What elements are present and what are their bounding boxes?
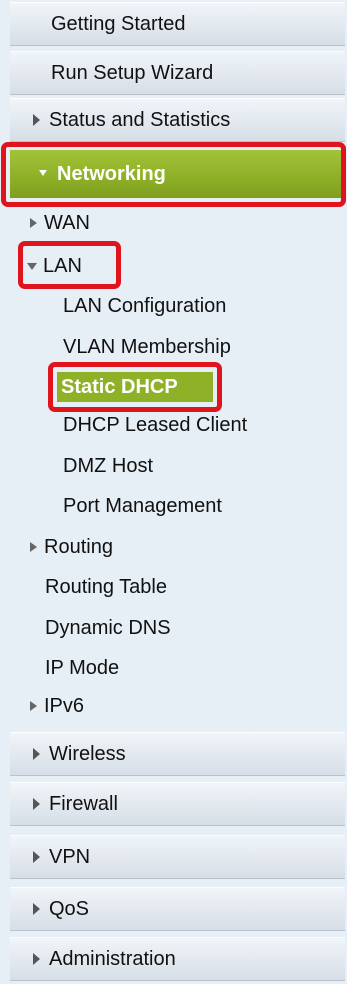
- sidebar-item-dhcp-leased-client[interactable]: DHCP Leased Client: [63, 412, 247, 438]
- vpn-button[interactable]: VPN: [10, 835, 345, 879]
- triangle-right-icon: [30, 218, 37, 228]
- triangle-right-icon: [33, 851, 40, 863]
- lan-highlight: [18, 241, 121, 289]
- run-setup-wizard-label: Run Setup Wizard: [51, 62, 214, 84]
- sidebar-item-routing[interactable]: Routing: [44, 534, 113, 560]
- wireless-button[interactable]: Wireless: [10, 732, 345, 776]
- sidebar-item-dmz-host[interactable]: DMZ Host: [63, 453, 153, 479]
- triangle-right-icon: [33, 798, 40, 810]
- vpn-label: VPN: [49, 846, 91, 868]
- sidebar-item-ipv6[interactable]: IPv6: [44, 693, 84, 719]
- static-dhcp-highlight: [48, 362, 222, 412]
- firewall-button[interactable]: Firewall: [10, 782, 345, 826]
- administration-label: Administration: [49, 948, 176, 970]
- sidebar-item-lan-configuration[interactable]: LAN Configuration: [63, 293, 226, 319]
- qos-label: QoS: [49, 898, 90, 920]
- firewall-label: Firewall: [49, 793, 118, 815]
- triangle-right-icon: [30, 542, 37, 552]
- sidebar-item-wan[interactable]: WAN: [44, 210, 90, 236]
- getting-started-label: Getting Started: [51, 13, 186, 35]
- administration-button[interactable]: Administration: [10, 937, 345, 981]
- triangle-right-icon: [33, 748, 40, 760]
- status-and-statistics-button[interactable]: Status and Statistics: [10, 98, 345, 142]
- wireless-label: Wireless: [49, 743, 126, 765]
- triangle-right-icon: [33, 903, 40, 915]
- triangle-right-icon: [33, 953, 40, 965]
- networking-highlight: [1, 142, 346, 207]
- sidebar-item-ip-mode[interactable]: IP Mode: [45, 655, 119, 681]
- run-setup-wizard-button[interactable]: Run Setup Wizard: [10, 51, 345, 95]
- getting-started-button[interactable]: Getting Started: [10, 2, 345, 46]
- sidebar-nav: Getting Started Run Setup Wizard Status …: [0, 0, 347, 984]
- sidebar-item-vlan-membership[interactable]: VLAN Membership: [63, 334, 231, 360]
- triangle-right-icon: [30, 701, 37, 711]
- qos-button[interactable]: QoS: [10, 887, 345, 931]
- status-and-statistics-label: Status and Statistics: [49, 109, 231, 131]
- triangle-right-icon: [33, 114, 40, 126]
- sidebar-item-dynamic-dns[interactable]: Dynamic DNS: [45, 615, 171, 641]
- sidebar-item-port-management[interactable]: Port Management: [63, 493, 222, 519]
- sidebar-item-routing-table[interactable]: Routing Table: [45, 574, 167, 600]
